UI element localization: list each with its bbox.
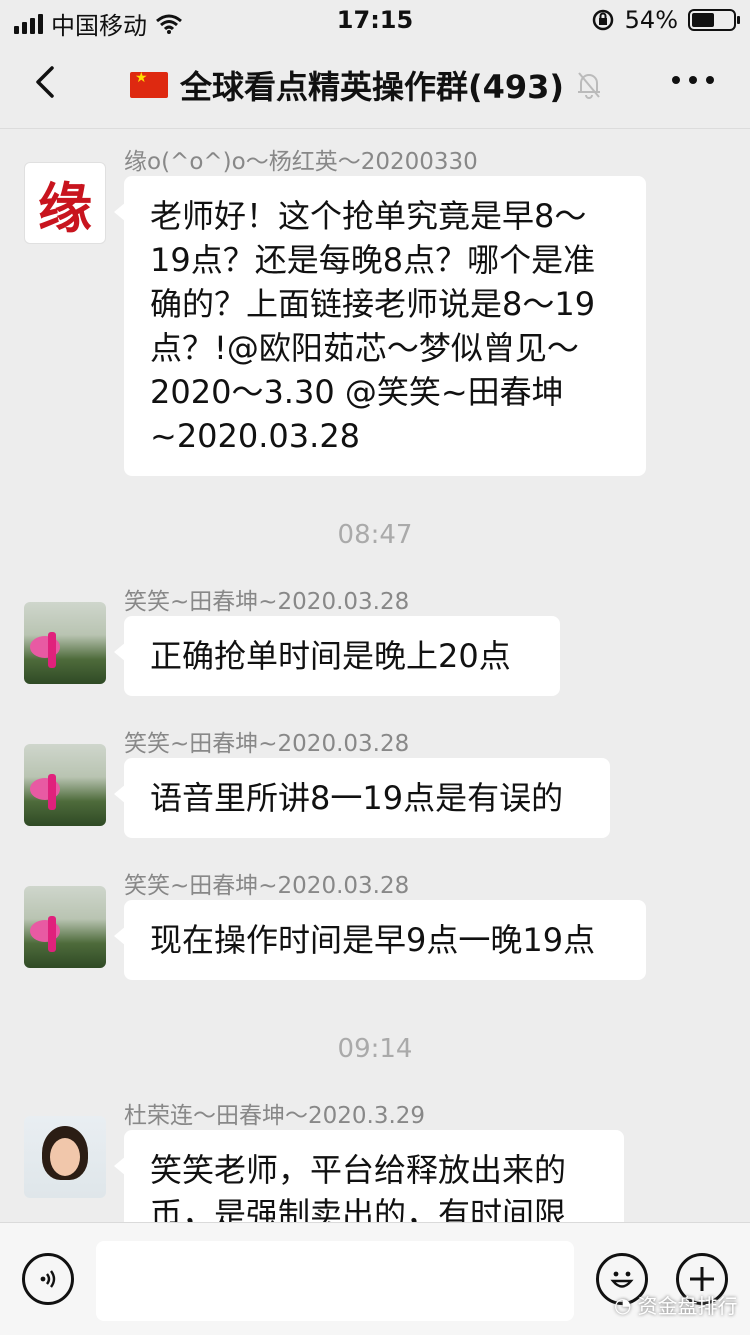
china-flag-icon <box>130 70 168 98</box>
sender-name: 杜荣连～田春坤～2020.3.29 <box>124 1103 426 1129</box>
avatar[interactable] <box>24 886 106 968</box>
avatar[interactable] <box>24 744 106 826</box>
more-icon[interactable] <box>672 76 714 84</box>
chat-header: 全球看点精英操作群(493) <box>0 40 750 129</box>
group-title[interactable]: 全球看点精英操作群(493) <box>180 62 564 108</box>
message-bubble[interactable]: 现在操作时间是早9点一晚19点 <box>114 900 646 980</box>
message-bubble[interactable]: 老师好！这个抢单究竟是早8～ 19点？还是每晚8点？哪个是准 确的？上面链接老师… <box>114 176 646 476</box>
sender-name: 笑笑~田春坤~2020.03.28 <box>124 589 410 615</box>
sender-name: 缘o(^o^)o～杨红英～20200330 <box>124 149 478 175</box>
sender-name: 笑笑~田春坤~2020.03.28 <box>124 873 410 899</box>
timestamp: 09:14 <box>337 1034 413 1064</box>
voice-icon[interactable] <box>22 1253 74 1305</box>
avatar[interactable] <box>24 602 106 684</box>
watermark: ◔ 资金盘排行 <box>614 1292 738 1319</box>
message-bubble[interactable]: 语音里所讲8一19点是有误的 <box>114 758 610 838</box>
avatar[interactable]: 缘 <box>24 162 106 244</box>
orientation-lock-icon <box>592 9 613 31</box>
battery-icon <box>688 9 740 31</box>
timestamp: 08:47 <box>337 520 413 550</box>
message-input[interactable] <box>96 1241 574 1321</box>
battery-percent: 54% <box>624 6 678 34</box>
status-bar: 中国移动 17:15 54% <box>0 0 750 40</box>
back-icon[interactable] <box>26 62 66 102</box>
wechat-icon: ◔ <box>614 1292 632 1317</box>
message-bubble[interactable]: 正确抢单时间是晚上20点 <box>114 616 560 696</box>
avatar[interactable] <box>24 1116 106 1198</box>
mute-bell-icon <box>578 72 601 99</box>
sender-name: 笑笑~田春坤~2020.03.28 <box>124 731 410 757</box>
